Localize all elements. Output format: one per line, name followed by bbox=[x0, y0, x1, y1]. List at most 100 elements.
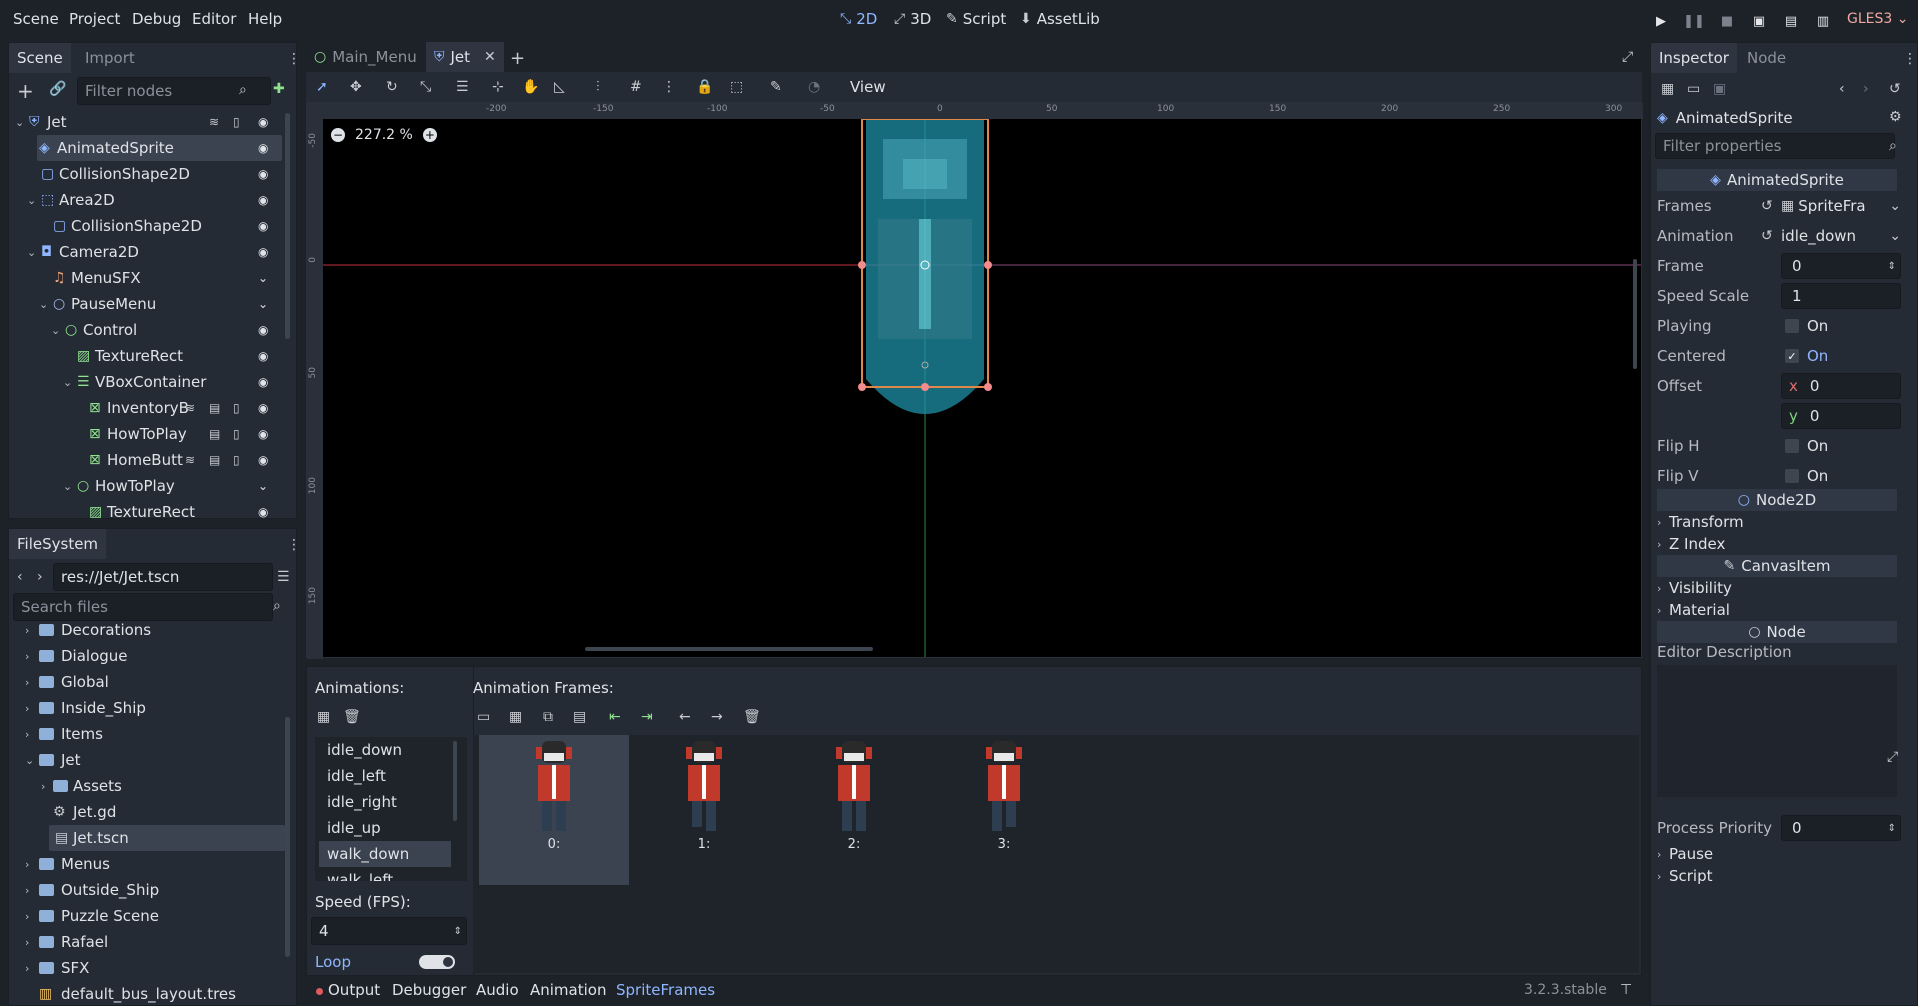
frame-tile[interactable]: 2: bbox=[779, 735, 929, 885]
dock-menu-icon[interactable]: ⋮ bbox=[1903, 51, 1917, 67]
scene-tree[interactable]: ⌄ ⛨ Jet ≋ ▯ ◉ ◈ AnimatedSprite ◉ ▢ Colli… bbox=[9, 109, 289, 519]
scene-tree-scrollbar[interactable] bbox=[285, 113, 290, 339]
workspace-script[interactable]: ✎ Script bbox=[946, 10, 1006, 28]
chevron-down-icon[interactable]: ⌄ bbox=[27, 194, 39, 207]
delete-frame-icon[interactable]: 🗑 bbox=[743, 709, 761, 725]
tree-item-collisionshape2d-2[interactable]: ▢ CollisionShape2D ◉ bbox=[9, 213, 289, 239]
new-resource-icon[interactable]: ▦ bbox=[1661, 81, 1674, 97]
play-custom-scene-button[interactable]: ▥ bbox=[1813, 11, 1833, 31]
chevron-down-icon[interactable]: ⌄ bbox=[15, 116, 27, 129]
category-transform[interactable]: › Transform bbox=[1657, 511, 1744, 533]
flip-v-checkbox[interactable]: On bbox=[1785, 463, 1905, 489]
tab-spriteframes[interactable]: SpriteFrames bbox=[616, 981, 715, 999]
stepper-icon[interactable]: ⇕ bbox=[1888, 823, 1896, 834]
dock-menu-icon[interactable]: ⋮ bbox=[287, 537, 301, 553]
scale-tool-icon[interactable]: ⤡ bbox=[420, 79, 431, 95]
script-icon[interactable]: ▯ bbox=[233, 401, 240, 415]
stepper-icon[interactable]: ⇕ bbox=[454, 926, 462, 937]
play-scene-button[interactable]: ▣ bbox=[1749, 11, 1769, 31]
chevron-right-icon[interactable]: › bbox=[25, 650, 37, 663]
animation-item[interactable]: idle_down bbox=[315, 737, 465, 763]
tree-item-collisionshape2d[interactable]: ▢ CollisionShape2D ◉ bbox=[9, 161, 289, 187]
eye-icon[interactable]: ◉ bbox=[258, 167, 268, 181]
pivot-tool-icon[interactable]: ⊹ bbox=[492, 79, 504, 95]
bone-icon[interactable]: ✎ bbox=[770, 79, 782, 95]
eye-icon[interactable]: ◉ bbox=[258, 453, 268, 467]
handle[interactable] bbox=[858, 261, 866, 269]
menu-scene[interactable]: Scene bbox=[13, 10, 59, 28]
speed-scale-field[interactable]: 1 bbox=[1781, 283, 1901, 309]
eye-icon[interactable]: ◉ bbox=[258, 141, 268, 155]
tab-main-menu[interactable]: ○ Main_Menu bbox=[306, 42, 425, 72]
add-tab-icon[interactable]: + bbox=[510, 48, 525, 69]
canvas-viewport[interactable]: -200 -150 -100 -50 0 50 100 150 200 250 … bbox=[306, 102, 1643, 659]
filter-properties-input[interactable]: Filter properties bbox=[1655, 133, 1895, 159]
file-tree-scrollbar[interactable] bbox=[285, 717, 290, 957]
group-icon[interactable]: ⬚ bbox=[730, 79, 743, 95]
eye-icon[interactable]: ◉ bbox=[258, 505, 268, 519]
editor-description-text[interactable] bbox=[1657, 665, 1897, 797]
tree-item-pausemenu[interactable]: ⌄ ○ PauseMenu ⌄ bbox=[9, 291, 289, 317]
playing-checkbox[interactable]: On bbox=[1785, 313, 1905, 339]
eye-icon[interactable]: ◉ bbox=[258, 375, 268, 389]
tab-animation[interactable]: Animation bbox=[530, 981, 606, 999]
menu-editor[interactable]: Editor bbox=[192, 10, 236, 28]
load-frame-icon[interactable]: ▭ bbox=[477, 709, 490, 725]
fs-item-inside-ship[interactable]: › Inside_Ship bbox=[9, 695, 289, 721]
add-node-icon[interactable]: + bbox=[17, 79, 34, 103]
more-icon[interactable]: ⋮ bbox=[662, 79, 676, 95]
eye-closed-icon[interactable]: ⌄ bbox=[258, 271, 268, 285]
tab-node[interactable]: Node bbox=[1739, 43, 1794, 73]
save-icon[interactable]: ▣ bbox=[1713, 81, 1726, 97]
back-icon[interactable]: ‹ bbox=[17, 569, 23, 585]
loop-toggle[interactable] bbox=[419, 955, 455, 969]
fs-item-jet[interactable]: ⌄ Jet bbox=[9, 747, 289, 773]
object-path[interactable]: ◈ AnimatedSprite bbox=[1657, 107, 1793, 129]
category-material[interactable]: › Material bbox=[1657, 599, 1730, 621]
eye-closed-icon[interactable]: ⌄ bbox=[258, 297, 268, 311]
h-scrollbar[interactable] bbox=[585, 647, 873, 651]
chevron-right-icon[interactable]: › bbox=[25, 936, 37, 949]
eye-icon[interactable]: ◉ bbox=[258, 401, 268, 415]
tree-item-homebutt[interactable]: ⊠ HomeButt ≋ ▤ ▯ ◉ bbox=[9, 447, 289, 473]
reset-icon[interactable]: ↺ bbox=[1761, 228, 1773, 244]
distraction-free-icon[interactable]: ⤢ bbox=[1622, 49, 1633, 65]
signal-icon[interactable]: ≋ bbox=[185, 401, 195, 415]
frame-tile[interactable]: 3: bbox=[929, 735, 1079, 885]
priority-spinbox[interactable]: 0 ⇕ bbox=[1781, 815, 1901, 841]
category-pause[interactable]: › Pause bbox=[1657, 843, 1713, 865]
lock-icon[interactable]: 🔒 bbox=[696, 79, 713, 95]
remove-animation-icon[interactable]: 🗑 bbox=[343, 709, 361, 725]
menu-project[interactable]: Project bbox=[69, 10, 120, 28]
camera-override-icon[interactable]: ◔ bbox=[808, 79, 820, 95]
fs-item-items[interactable]: › Items bbox=[9, 721, 289, 747]
chevron-down-icon[interactable]: ⌄ bbox=[63, 480, 75, 493]
frame-tile[interactable]: 0: bbox=[479, 735, 629, 885]
chevron-right-icon[interactable]: › bbox=[25, 676, 37, 689]
category-script[interactable]: › Script bbox=[1657, 865, 1713, 887]
eye-icon[interactable]: ◉ bbox=[258, 245, 268, 259]
tree-item-vboxcontainer[interactable]: ⌄ ☰ VBoxContainer ◉ bbox=[9, 369, 289, 395]
signal-icon[interactable]: ≋ bbox=[185, 453, 195, 467]
handle[interactable] bbox=[921, 383, 929, 391]
tab-inspector[interactable]: Inspector bbox=[1651, 43, 1737, 73]
tree-item-animatedsprite[interactable]: ◈ AnimatedSprite ◉ bbox=[37, 135, 282, 161]
handle[interactable] bbox=[858, 383, 866, 391]
menu-help[interactable]: Help bbox=[248, 10, 282, 28]
stepper-icon[interactable]: ⇕ bbox=[1888, 261, 1896, 272]
handle[interactable] bbox=[984, 261, 992, 269]
category-visibility[interactable]: › Visibility bbox=[1657, 577, 1732, 599]
tree-item-camera2d[interactable]: ⌄ ◘ Camera2D ◉ bbox=[9, 239, 289, 265]
handle[interactable] bbox=[984, 383, 992, 391]
insert-before-icon[interactable]: ⇤ bbox=[609, 709, 621, 725]
animation-list[interactable]: idle_down idle_left idle_right idle_up w… bbox=[315, 737, 467, 881]
fs-item-decorations[interactable]: › Decorations bbox=[9, 617, 289, 643]
chevron-down-icon[interactable]: ⌄ bbox=[1889, 198, 1901, 214]
clapper-icon[interactable]: ▤ bbox=[209, 453, 220, 467]
renderer-select[interactable]: GLES3 ⌄ bbox=[1847, 11, 1908, 27]
fs-item-sfx[interactable]: › SFX bbox=[9, 955, 289, 981]
copy-icon[interactable]: ⧉ bbox=[543, 709, 553, 725]
dock-menu-icon[interactable]: ⋮ bbox=[287, 51, 301, 67]
fs-item-default-bus-layout[interactable]: ▥ default_bus_layout.tres bbox=[9, 981, 289, 1006]
tree-item-control[interactable]: ⌄ ○ Control ◉ bbox=[9, 317, 289, 343]
